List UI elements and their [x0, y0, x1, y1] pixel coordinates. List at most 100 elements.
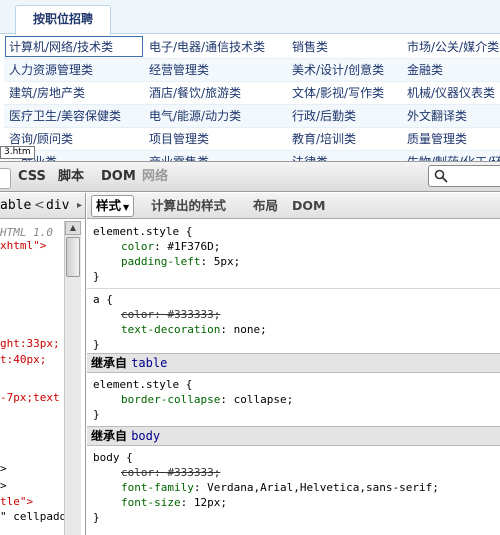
- html-source-line[interactable]: HTML 1.0: [0, 226, 53, 239]
- job-category-link[interactable]: 电子/电器/通信技术类: [144, 35, 287, 59]
- search-icon: [434, 169, 448, 183]
- inherited-from-body-header: 继承自 body: [87, 426, 500, 446]
- inherited-element-link[interactable]: table: [131, 356, 167, 370]
- table-row: 咨询/顾问类 项目管理类 教育/培训类 质量管理类: [4, 127, 500, 151]
- job-category-link[interactable]: 美术/设计/创意类: [287, 58, 402, 82]
- html-source-line[interactable]: ght:33px;: [0, 337, 60, 350]
- css-property-name[interactable]: color: [121, 240, 154, 253]
- job-category-link[interactable]: 人力资源管理类: [4, 58, 144, 82]
- html-pane-scrollbar[interactable]: ▲: [64, 221, 81, 535]
- css-rule-close: }: [93, 511, 100, 524]
- css-property-value[interactable]: 12px;: [194, 496, 227, 509]
- job-category-link[interactable]: 教育/培训类: [287, 127, 402, 151]
- css-declaration[interactable]: color: #1F376D;: [121, 240, 220, 254]
- css-rule-selector: a {: [93, 293, 113, 306]
- css-declaration[interactable]: text-decoration: none;: [121, 323, 267, 337]
- html-source-line[interactable]: >: [0, 479, 7, 492]
- html-source-line[interactable]: tle">: [0, 495, 33, 508]
- tab-computed-style[interactable]: 计算出的样式: [151, 193, 226, 219]
- css-property-value[interactable]: collapse;: [234, 393, 294, 406]
- job-category-link[interactable]: 金融类: [402, 58, 500, 82]
- css-property-name[interactable]: font-family: [121, 481, 194, 494]
- job-category-link[interactable]: 行政/后勤类: [287, 104, 402, 128]
- table-row: 计算机/网络/技术类 电子/电器/通信技术类 销售类 市场/公关/媒介类: [4, 35, 500, 59]
- tab-style[interactable]: 样式 ▼: [91, 195, 135, 217]
- css-declaration-overridden[interactable]: color: #333333;: [121, 308, 220, 322]
- table-row: 建筑/房地产类 酒店/餐饮/旅游类 文体/影视/写作类 机械/仪器仪表类: [4, 81, 500, 105]
- job-category-link[interactable]: 销售类: [287, 35, 402, 59]
- css-declaration[interactable]: padding-left: 5px;: [121, 255, 240, 269]
- link-status-tip: 3.htm: [0, 146, 35, 159]
- tab-jobs-by-position[interactable]: 按职位招聘: [15, 5, 111, 35]
- inspect-button[interactable]: [0, 168, 11, 189]
- css-property-name[interactable]: color: [121, 308, 154, 321]
- tab-script[interactable]: 脚本: [58, 162, 84, 192]
- html-source-line[interactable]: xhtml">: [0, 239, 46, 252]
- job-category-link[interactable]: 生物/制药/化工/环: [402, 150, 500, 161]
- job-category-link[interactable]: 法律类: [287, 150, 402, 161]
- firebug-search-input[interactable]: [428, 165, 500, 187]
- breadcrumb-item-table[interactable]: able: [0, 193, 31, 219]
- css-rule-selector: element.style {: [93, 378, 193, 391]
- job-category-link[interactable]: 计算机/网络/技术类: [4, 35, 144, 59]
- css-declaration[interactable]: border-collapse: collapse;: [121, 393, 293, 407]
- css-property-value[interactable]: #1F376D;: [167, 240, 220, 253]
- style-side-panel: 样式 ▼ 计算出的样式 布局 DOM element.style { color:…: [87, 193, 500, 535]
- inherited-from-table-header: 继承自 table: [87, 353, 500, 373]
- css-rule-close: }: [93, 408, 100, 421]
- css-property-value[interactable]: 5px;: [214, 255, 241, 268]
- css-rule-selector: element.style {: [93, 225, 193, 238]
- scroll-up-icon[interactable]: ▲: [65, 221, 81, 235]
- job-tab-bar: 按职位招聘: [0, 0, 500, 35]
- firebug-toolbar: CSS 脚本 DOM 网络: [0, 161, 500, 192]
- css-property-value[interactable]: none;: [234, 323, 267, 336]
- breadcrumb-item-div[interactable]: div: [46, 193, 69, 219]
- job-category-link[interactable]: 电气/能源/动力类: [144, 104, 287, 128]
- css-property-value[interactable]: #333333;: [167, 308, 220, 321]
- tab-side-dom[interactable]: DOM: [292, 193, 325, 219]
- css-property-name[interactable]: color: [121, 466, 154, 479]
- job-category-link[interactable]: 酒店/餐饮/旅游类: [144, 81, 287, 105]
- css-rule-close: }: [93, 270, 100, 283]
- job-category-link[interactable]: 商业零售类: [144, 150, 287, 161]
- job-category-link[interactable]: 建筑/房地产类: [4, 81, 144, 105]
- html-source-line[interactable]: t:40px;: [0, 353, 46, 366]
- tab-css[interactable]: CSS: [18, 162, 46, 192]
- breadcrumb-chevron-icon[interactable]: ▸: [77, 193, 82, 219]
- css-declaration[interactable]: font-family: Verdana,Arial,Helvetica,san…: [121, 481, 439, 495]
- job-category-link[interactable]: 文体/影视/写作类: [287, 81, 402, 105]
- html-tree-pane: able < div ▸ HTML 1.0 xhtml"> ght:33px; t:4…: [0, 193, 86, 535]
- scrollbar-thumb[interactable]: [66, 237, 80, 277]
- css-property-name[interactable]: font-size: [121, 496, 181, 509]
- job-category-link[interactable]: 外文翻译类: [402, 104, 500, 128]
- breadcrumb: able < div ▸: [0, 193, 85, 219]
- dropdown-caret-icon[interactable]: ▼: [123, 203, 129, 212]
- css-property-value[interactable]: Verdana,Arial,Helvetica,sans-serif;: [207, 481, 439, 494]
- rule-separator: [87, 288, 500, 289]
- tab-style-label: 样式: [96, 198, 122, 213]
- css-property-name[interactable]: text-decoration: [121, 323, 220, 336]
- job-category-link[interactable]: 项目管理类: [144, 127, 287, 151]
- css-declaration[interactable]: font-size: 12px;: [121, 496, 227, 510]
- breadcrumb-back-icon[interactable]: <: [34, 193, 45, 219]
- tab-net[interactable]: 网络: [142, 162, 168, 192]
- css-rule-close: }: [93, 338, 100, 351]
- html-source-line[interactable]: " cellpadd: [0, 510, 66, 523]
- inherited-element-link[interactable]: body: [131, 429, 160, 443]
- job-category-link[interactable]: 经营管理类: [144, 58, 287, 82]
- job-category-link[interactable]: 医疗卫生/美容保健类: [4, 104, 144, 128]
- job-category-link[interactable]: 质量管理类: [402, 127, 500, 151]
- web-page: 按职位招聘 计算机/网络/技术类 电子/电器/通信技术类 销售类 市场/公关/媒介类人…: [0, 0, 500, 161]
- tab-layout[interactable]: 布局: [253, 193, 278, 219]
- side-panel-tabs: 样式 ▼ 计算出的样式 布局 DOM: [87, 193, 500, 219]
- tab-dom[interactable]: DOM: [101, 162, 136, 192]
- css-declaration-overridden[interactable]: color: #333333;: [121, 466, 220, 480]
- css-property-name[interactable]: border-collapse: [121, 393, 220, 406]
- job-category-link[interactable]: 市场/公关/媒介类: [402, 35, 500, 59]
- css-property-name[interactable]: padding-left: [121, 255, 200, 268]
- table-row: 人力资源管理类 经营管理类 美术/设计/创意类 金融类: [4, 58, 500, 82]
- html-source-line[interactable]: >: [0, 462, 7, 475]
- css-property-value[interactable]: #333333;: [167, 466, 220, 479]
- job-category-link[interactable]: 机械/仪器仪表类: [402, 81, 500, 105]
- html-source-line[interactable]: -7px;text: [0, 391, 60, 404]
